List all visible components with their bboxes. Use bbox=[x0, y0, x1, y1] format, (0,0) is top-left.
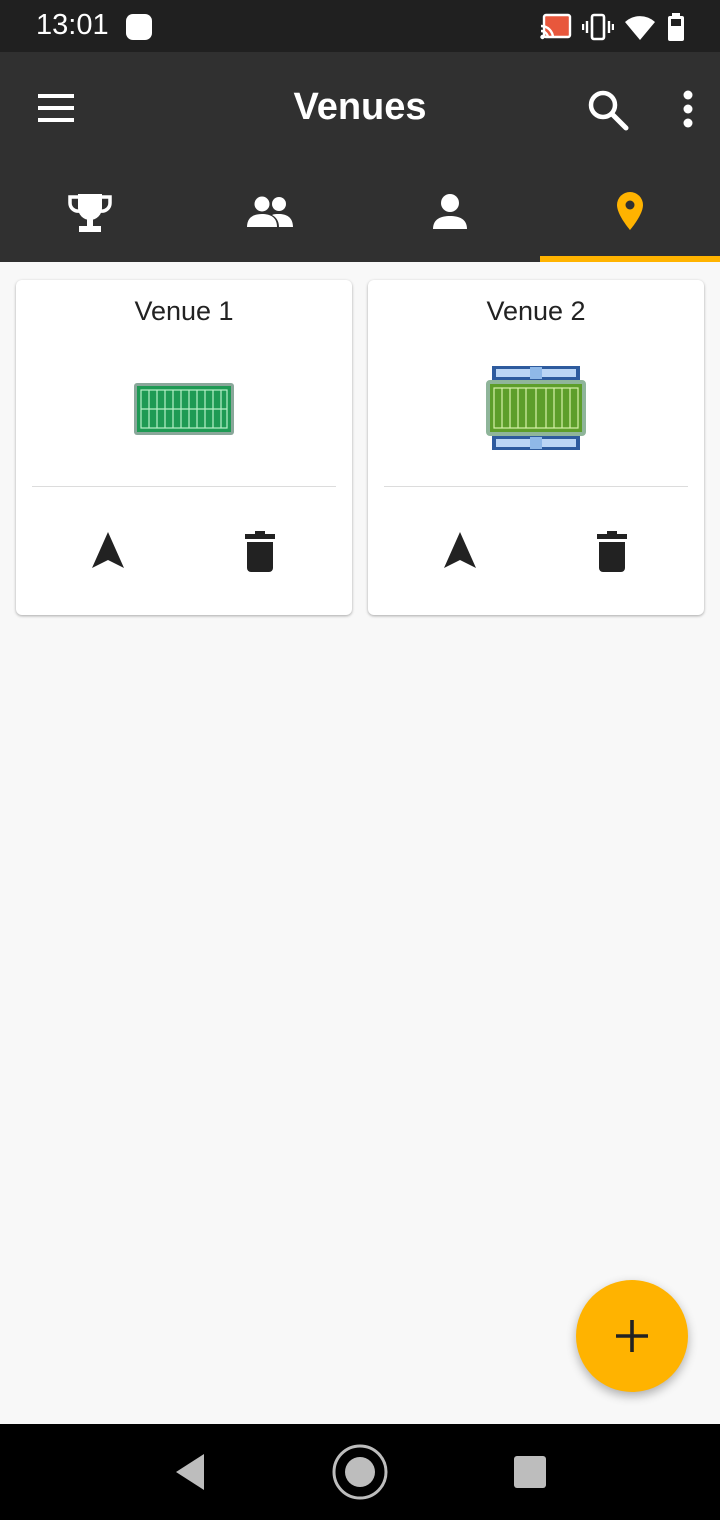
notification-icon bbox=[126, 14, 152, 40]
recents-icon[interactable] bbox=[514, 1456, 546, 1488]
add-venue-button[interactable] bbox=[576, 1280, 688, 1392]
venue-name: Venue 1 bbox=[134, 296, 234, 326]
location-pin-icon bbox=[617, 192, 643, 230]
plus-icon bbox=[616, 1320, 648, 1352]
status-time: 13:01 bbox=[36, 9, 109, 41]
cast-icon bbox=[540, 13, 572, 40]
tab-players[interactable] bbox=[360, 162, 540, 262]
venue-card[interactable]: Venue 2 bbox=[368, 280, 704, 615]
delete-icon[interactable] bbox=[238, 528, 282, 576]
venue-name: Venue 2 bbox=[486, 296, 586, 326]
delete-icon[interactable] bbox=[590, 528, 634, 576]
status-bar: 13:01 bbox=[0, 0, 720, 52]
tab-tournaments[interactable] bbox=[0, 162, 180, 262]
back-icon[interactable] bbox=[170, 1450, 210, 1494]
tab-venues[interactable] bbox=[540, 162, 720, 262]
navigate-icon[interactable] bbox=[438, 528, 482, 576]
wifi-icon bbox=[625, 16, 655, 40]
stadium-icon bbox=[486, 366, 586, 450]
group-icon bbox=[247, 196, 293, 227]
tab-bar bbox=[0, 162, 720, 262]
field-icon bbox=[134, 383, 234, 435]
battery-icon bbox=[668, 13, 684, 41]
system-nav-bar bbox=[0, 1424, 720, 1520]
app-bar: Venues bbox=[0, 52, 720, 162]
navigate-icon[interactable] bbox=[86, 528, 130, 576]
venue-card[interactable]: Venue 1 bbox=[16, 280, 352, 615]
card-divider bbox=[32, 486, 336, 487]
tab-teams[interactable] bbox=[180, 162, 360, 262]
venue-list: Venue 1 Venue 2 bbox=[0, 262, 720, 1424]
search-icon[interactable] bbox=[584, 86, 632, 134]
home-icon[interactable] bbox=[330, 1442, 390, 1502]
card-divider bbox=[384, 486, 688, 487]
vibrate-icon bbox=[582, 13, 614, 41]
trophy-icon bbox=[68, 194, 112, 232]
person-icon bbox=[433, 194, 467, 229]
more-options-icon[interactable] bbox=[672, 86, 704, 134]
